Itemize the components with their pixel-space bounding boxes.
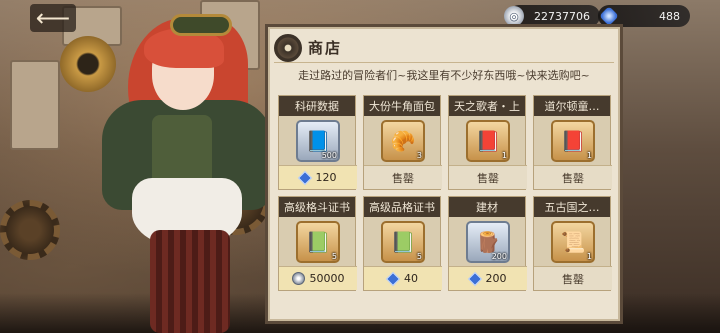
certificate-icon: 📗 [305, 230, 331, 254]
shopkeeper-dialog: 走过路过的冒险者们~我这里有不少好东西哦~快来选购吧~ [298, 69, 590, 82]
item-quantity: 1 [501, 151, 507, 160]
item-name: 建材 [449, 197, 525, 217]
item-body: 📕 1 [449, 116, 527, 166]
buy-price-button[interactable]: 120 [279, 165, 357, 189]
item-name: 科研数据 [279, 96, 355, 116]
buy-price-button[interactable]: 50000 [279, 266, 357, 290]
sold-out-label: 售罄 [534, 266, 612, 290]
buy-price-button[interactable]: 40 [364, 266, 442, 290]
item-frame: 📗 5 [296, 221, 340, 263]
shopkeeper-character [40, 0, 272, 333]
item-name: 高级格斗证书 [279, 197, 355, 217]
buy-price-button[interactable]: 200 [449, 266, 527, 290]
item-frame: 📕 1 [466, 120, 510, 162]
sold-out-label: 售罄 [534, 165, 612, 189]
item-frame: 🪵 200 [466, 221, 510, 263]
goggles-icon [170, 14, 232, 36]
certificate-icon: 📗 [390, 230, 416, 254]
coin-amount: 22737706 [534, 9, 590, 23]
item-body: 📕 1 [534, 116, 612, 166]
item-price: 120 [315, 171, 337, 184]
character-corset [152, 115, 212, 185]
character-legs [150, 230, 230, 333]
shop-item-card[interactable]: 道尔顿童… 📕 1 售罄 [533, 95, 612, 190]
shop-item-card[interactable]: 高级格斗证书 📗 5 50000 [278, 196, 357, 291]
item-quantity: 500 [321, 151, 337, 160]
item-body: 📗 5 [279, 217, 357, 267]
back-button[interactable]: ⟵ [30, 4, 76, 32]
sold-out-label: 售罄 [449, 165, 527, 189]
tome-icon: 📕 [560, 129, 586, 153]
shop-item-card[interactable]: 科研数据 📘 500 120 [278, 95, 357, 190]
item-quantity: 3 [416, 151, 422, 160]
item-frame: 📜 1 [551, 221, 595, 263]
shop-item-grid: 科研数据 📘 500 120 大份牛角面包 🥐 3 售罄 天之歌者・上 📕 1 售罄 道尔顿童… 📕 1 售罄… [278, 95, 612, 291]
item-name: 道尔顿童… [534, 96, 610, 116]
item-quantity: 200 [491, 252, 507, 261]
blue-gem-icon [467, 271, 482, 286]
sold-out-label: 售罄 [364, 165, 442, 189]
item-frame: 📗 5 [381, 221, 425, 263]
item-quantity: 1 [586, 252, 592, 261]
item-body: 📗 5 [364, 217, 442, 267]
shop-item-card[interactable]: 建材 🪵 200 200 [448, 196, 527, 291]
shop-emblem-icon [274, 33, 302, 62]
item-quantity: 1 [586, 151, 592, 160]
shop-header: 商店 [274, 33, 614, 63]
item-name: 大份牛角面包 [364, 96, 440, 116]
back-arrow-icon: ⟵ [35, 4, 71, 32]
item-name: 高级品格证书 [364, 197, 440, 217]
silver-coin-icon: ◎ [504, 6, 524, 26]
shop-title: 商店 [308, 39, 343, 57]
item-name: 五古国之… [534, 197, 610, 217]
blue-gem-icon [297, 170, 312, 185]
lumber-icon: 🪵 [475, 230, 501, 254]
item-quantity: 5 [331, 252, 337, 261]
blue-gem-icon [385, 271, 401, 286]
silver-coin-icon [291, 272, 305, 285]
item-name: 天之歌者・上 [449, 96, 525, 116]
tome-icon: 📕 [475, 129, 501, 153]
item-price: 40 [404, 272, 418, 285]
item-frame: 📕 1 [551, 120, 595, 162]
shop-item-card[interactable]: 高级品格证书 📗 5 40 [363, 196, 442, 291]
book-icon: 📘 [305, 129, 331, 153]
item-body: 🥐 3 [364, 116, 442, 166]
croissant-icon: 🥐 [390, 129, 416, 153]
item-price: 50000 [309, 272, 345, 285]
megaphone-icon [60, 36, 116, 92]
scroll-icon: 📜 [560, 230, 586, 254]
shop-item-card[interactable]: 五古国之… 📜 1 售罄 [533, 196, 612, 291]
item-body: 📜 1 [534, 217, 612, 267]
gem-amount: 488 [659, 9, 680, 23]
item-frame: 🥐 3 [381, 120, 425, 162]
shop-panel: 商店 走过路过的冒险者们~我这里有不少好东西哦~快来选购吧~ 科研数据 📘 500 1… [265, 24, 623, 324]
item-quantity: 5 [416, 252, 422, 261]
item-body: 📘 500 [279, 116, 357, 166]
item-frame: 📘 500 [296, 120, 340, 162]
item-body: 🪵 200 [449, 217, 527, 267]
shop-item-card[interactable]: 天之歌者・上 📕 1 售罄 [448, 95, 527, 190]
shop-item-card[interactable]: 大份牛角面包 🥐 3 售罄 [363, 95, 442, 190]
item-price: 200 [485, 272, 507, 285]
